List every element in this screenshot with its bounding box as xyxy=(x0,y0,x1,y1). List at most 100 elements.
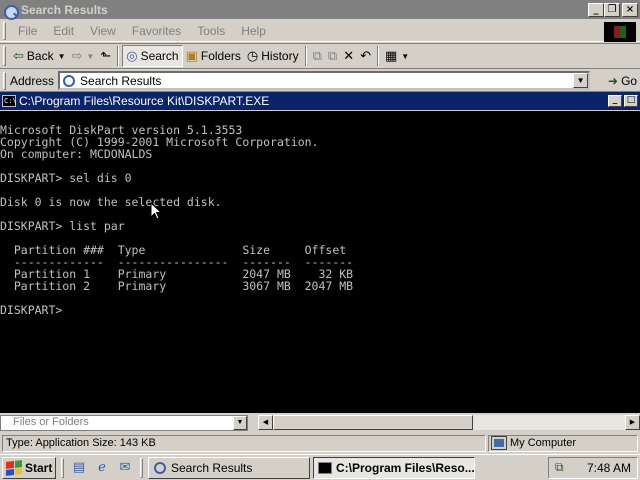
command-prompt-icon: C:\ xyxy=(2,95,17,107)
address-input[interactable]: Search Results ▼ xyxy=(58,71,591,90)
explorer-pane-strip: Files or Folders ▼ ◀ ▶ xyxy=(0,414,640,432)
console-title-bar[interactable]: C:\ C:\Program Files\Resource Kit\DISKPA… xyxy=(0,92,640,110)
back-button[interactable]: ⇦ Back ▼ xyxy=(10,45,69,67)
status-bar: Type: Application Size: 143 KB My Comput… xyxy=(0,433,640,453)
maximize-button[interactable]: ❐ xyxy=(604,2,620,17)
search-label: Search xyxy=(140,49,179,63)
toolbar-separator xyxy=(304,46,307,66)
search-icon: ◎ xyxy=(126,48,138,64)
menu-help[interactable]: Help xyxy=(233,24,274,38)
forward-arrow-icon: ⇨ xyxy=(71,48,83,64)
views-button[interactable]: ▦ ▼ xyxy=(382,45,412,67)
system-tray: ⧉ 7:48 AM xyxy=(548,456,638,479)
copy-to-button[interactable]: ⧉ xyxy=(325,45,340,67)
search-icon xyxy=(2,2,19,20)
delete-x-icon: ✕ xyxy=(343,48,355,64)
copy-to-icon: ⧉ xyxy=(327,48,338,64)
scroll-track[interactable] xyxy=(473,415,625,430)
menu-bar: File Edit View Favorites Tools Help xyxy=(0,20,640,42)
up-folder-icon: ⬑ xyxy=(100,48,112,64)
task-diskpart[interactable]: C:\Program Files\Reso... xyxy=(313,456,475,479)
explorer-title-bar[interactable]: Search Results _ ❐ × xyxy=(0,0,640,20)
outlook-express-icon[interactable]: ✉ xyxy=(115,458,135,478)
scroll-right-button[interactable]: ▶ xyxy=(625,415,640,430)
folders-label: Folders xyxy=(200,49,241,63)
task-label: C:\Program Files\Reso... xyxy=(336,460,475,475)
task-label: Search Results xyxy=(171,460,253,475)
history-button[interactable]: ◷ History xyxy=(244,45,302,67)
menu-view[interactable]: View xyxy=(82,24,124,38)
back-label: Back xyxy=(26,49,54,63)
address-label: Address xyxy=(10,73,55,88)
search-icon xyxy=(62,74,76,88)
start-label: Start xyxy=(25,460,53,475)
address-grip[interactable] xyxy=(3,71,6,90)
search-button[interactable]: ◎ Search xyxy=(122,45,183,67)
console-window[interactable]: C:\ C:\Program Files\Resource Kit\DISKPA… xyxy=(0,92,640,413)
console-maximize-button[interactable]: □ xyxy=(624,95,638,107)
move-to-icon: ⧉ xyxy=(312,48,322,64)
go-button[interactable]: ➜ Go xyxy=(608,74,637,88)
status-zone: My Computer xyxy=(488,434,638,452)
chevron-down-icon[interactable]: ▼ xyxy=(86,52,94,61)
network-icon[interactable]: ⧉ xyxy=(555,460,564,475)
menu-edit[interactable]: Edit xyxy=(45,24,82,38)
up-folder-button[interactable]: ⬑ xyxy=(97,45,114,67)
show-desktop-icon[interactable]: ▤ xyxy=(69,458,89,478)
scroll-thumb[interactable] xyxy=(273,415,473,430)
chevron-down-icon[interactable]: ▼ xyxy=(233,416,247,430)
clock[interactable]: 7:48 AM xyxy=(587,461,631,475)
taskbar: Start ▤ ℯ ✉ Search Results C:\Program Fi… xyxy=(0,454,640,480)
console-line: Partition 2 Primary 3067 MB 2047 MB xyxy=(0,279,354,293)
files-or-folders-label: Files or Folders xyxy=(13,416,89,428)
mouse-pointer-icon xyxy=(150,202,162,220)
go-label: Go xyxy=(621,73,638,88)
address-dropdown-button[interactable]: ▼ xyxy=(573,73,589,88)
console-minimize-button[interactable]: _ xyxy=(608,95,622,107)
internet-explorer-icon[interactable]: ℯ xyxy=(92,458,112,478)
windows-logo-icon xyxy=(604,22,636,42)
chevron-down-icon[interactable]: ▼ xyxy=(401,52,409,61)
menu-favorites[interactable]: Favorites xyxy=(124,24,189,38)
address-value: Search Results xyxy=(80,73,162,88)
files-or-folders-dropdown[interactable]: Files or Folders ▼ xyxy=(0,415,248,431)
folders-button[interactable]: ▣ Folders xyxy=(183,45,244,67)
move-to-button[interactable]: ⧉ xyxy=(310,45,325,67)
console-output[interactable]: Microsoft DiskPart version 5.1.3553 Copyr… xyxy=(0,111,640,413)
console-title: C:\Program Files\Resource Kit\DISKPART.E… xyxy=(19,94,270,108)
windows-flag-icon xyxy=(6,459,22,476)
console-line: Disk 0 is now the selected disk. xyxy=(0,195,222,209)
forward-button[interactable]: ⇨ ▼ xyxy=(69,45,98,67)
close-button[interactable]: × xyxy=(622,2,638,17)
menu-file[interactable]: File xyxy=(10,24,45,38)
history-icon: ◷ xyxy=(246,48,259,64)
horizontal-scrollbar[interactable]: ◀ ▶ xyxy=(258,415,640,430)
delete-button[interactable]: ✕ xyxy=(340,45,357,67)
toolbar-separator xyxy=(117,46,120,66)
task-search-results[interactable]: Search Results xyxy=(148,456,310,479)
taskbar-grip[interactable] xyxy=(61,457,64,478)
folders-icon: ▣ xyxy=(185,48,198,64)
toolbar-grip[interactable] xyxy=(3,46,6,66)
go-arrow-icon: ➜ xyxy=(608,73,619,88)
caption-buttons: _ ❐ × xyxy=(588,2,638,17)
chevron-down-icon[interactable]: ▼ xyxy=(58,52,66,61)
my-computer-icon xyxy=(491,436,507,450)
console-line: DISKPART> xyxy=(0,303,63,317)
address-bar: Address Search Results ▼ ➜ Go xyxy=(0,70,640,92)
menu-grip[interactable] xyxy=(3,21,6,40)
toolbar-separator xyxy=(377,46,379,66)
minimize-button[interactable]: _ xyxy=(588,2,604,17)
window-title: Search Results xyxy=(21,2,108,17)
views-grid-icon: ▦ xyxy=(385,48,398,64)
taskbar-grip[interactable] xyxy=(140,457,143,478)
undo-button[interactable]: ↶ xyxy=(357,45,374,67)
start-button[interactable]: Start xyxy=(2,456,56,479)
history-label: History xyxy=(261,49,299,63)
console-line: DISKPART> sel dis 0 xyxy=(0,171,132,185)
command-prompt-icon xyxy=(318,461,332,474)
search-icon xyxy=(153,461,167,475)
menu-tools[interactable]: Tools xyxy=(189,24,233,38)
scroll-left-button[interactable]: ◀ xyxy=(258,415,273,430)
